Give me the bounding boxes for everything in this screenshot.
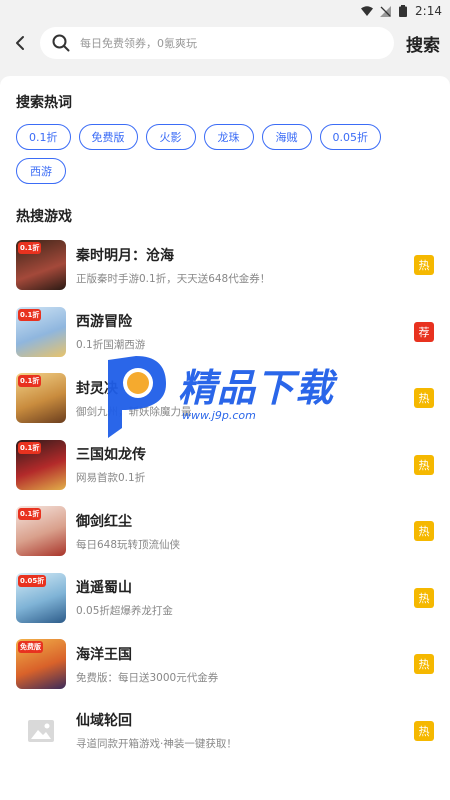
game-name: 御剑红尘 xyxy=(76,513,132,530)
discount-badge: 0.05折 xyxy=(18,574,47,587)
game-name: 海洋王国 xyxy=(76,646,132,663)
discount-badge: 0.1折 xyxy=(18,508,42,521)
game-item[interactable]: 0.1折 三国如龙传 网易首款0.1折 热 xyxy=(16,432,434,499)
hot-word-tag[interactable]: 火影 xyxy=(145,124,196,150)
discount-badge: 0.1折 xyxy=(18,242,42,255)
search-box[interactable] xyxy=(40,27,394,59)
game-desc: 0.05折超爆养龙打金 xyxy=(76,605,173,618)
game-item[interactable]: 0.1折 西游冒险 0.1折国潮西游 荐 xyxy=(16,299,434,366)
hot-word-tag[interactable]: 0.1折 xyxy=(16,124,71,150)
discount-badge: 0.1折 xyxy=(18,375,42,388)
discount-badge: 0.1折 xyxy=(18,308,42,321)
recommend-flag: 荐 xyxy=(414,321,434,342)
status-bar: 2:14 xyxy=(0,0,450,22)
hot-flag: 热 xyxy=(414,654,434,675)
hot-word-tag[interactable]: 0.05折 xyxy=(319,124,381,150)
hot-word-tag[interactable]: 龙珠 xyxy=(203,124,254,150)
hot-word-tag[interactable]: 西游 xyxy=(16,158,66,184)
search-icon xyxy=(52,34,70,52)
game-icon: 0.1折 xyxy=(16,306,66,357)
hot-flag: 热 xyxy=(414,587,434,608)
game-name: 逍遥蜀山 xyxy=(76,580,132,597)
hot-games-list: 0.1折 秦时明月：沧海 正版秦时手游0.1折，天天送648代金券！ 热 0.1… xyxy=(16,232,434,764)
game-icon: 0.1折 xyxy=(16,373,66,424)
game-icon: 免费版 xyxy=(16,639,66,690)
battery-icon xyxy=(397,5,409,17)
game-item[interactable]: 免费版 海洋王国 免费版：每日送3000元代金券 热 xyxy=(16,631,434,698)
game-icon: 0.1折 xyxy=(16,506,66,557)
game-icon: 0.1折 xyxy=(16,439,66,490)
hot-flag: 热 xyxy=(414,521,434,542)
hot-flag: 热 xyxy=(414,720,434,741)
hot-words-tags: 0.1折 免费版 火影 龙珠 海贼 0.05折 西游 xyxy=(16,124,434,184)
game-desc: 0.1折国潮西游 xyxy=(76,339,146,352)
hot-flag: 热 xyxy=(414,388,434,409)
game-name: 仙域轮回 xyxy=(76,713,132,730)
search-input[interactable] xyxy=(80,36,382,50)
game-item[interactable]: 0.1折 封灵决 御剑九州，斩妖除魔力量 热 xyxy=(16,365,434,432)
hot-word-tag[interactable]: 海贼 xyxy=(261,124,312,150)
game-item[interactable]: 0.1折 御剑红尘 每日648玩转顶流仙侠 热 xyxy=(16,498,434,565)
hot-words-title: 搜索热词 xyxy=(16,95,72,111)
hot-games-title: 热搜游戏 xyxy=(16,209,72,225)
game-item[interactable]: 0.05折 逍遥蜀山 0.05折超爆养龙打金 热 xyxy=(16,565,434,632)
game-desc: 免费版：每日送3000元代金券 xyxy=(76,671,219,684)
search-header: 搜索 xyxy=(0,22,450,64)
game-icon: 0.1折 xyxy=(16,240,66,291)
game-desc: 每日648玩转顶流仙侠 xyxy=(76,538,181,551)
status-time: 2:14 xyxy=(415,4,442,18)
wifi-icon xyxy=(361,5,374,17)
image-placeholder-icon xyxy=(28,719,54,742)
game-name: 秦时明月：沧海 xyxy=(76,247,174,264)
discount-badge: 免费版 xyxy=(18,641,43,654)
hot-flag: 热 xyxy=(414,454,434,475)
game-name: 封灵决 xyxy=(76,380,118,397)
game-icon-placeholder xyxy=(16,705,66,756)
discount-badge: 0.1折 xyxy=(18,441,42,454)
search-panel: 搜索热词 0.1折 免费版 火影 龙珠 海贼 0.05折 西游 热搜游戏 0.1… xyxy=(0,76,450,800)
search-button[interactable]: 搜索 xyxy=(402,31,442,56)
game-item[interactable]: 0.1折 秦时明月：沧海 正版秦时手游0.1折，天天送648代金券！ 热 xyxy=(16,232,434,299)
game-desc: 正版秦时手游0.1折，天天送648代金券！ xyxy=(76,272,271,285)
back-button[interactable] xyxy=(8,25,32,61)
game-desc: 御剑九州，斩妖除魔力量 xyxy=(76,405,192,418)
chevron-left-icon xyxy=(16,36,24,50)
game-desc: 寻道同款开箱游戏·神装一键获取！ xyxy=(76,738,237,751)
game-icon: 0.05折 xyxy=(16,572,66,623)
game-name: 三国如龙传 xyxy=(76,447,146,464)
game-item[interactable]: 仙域轮回 寻道同款开箱游戏·神装一键获取！ 热 xyxy=(16,698,434,765)
hot-word-tag[interactable]: 免费版 xyxy=(78,124,138,150)
hot-flag: 热 xyxy=(414,255,434,276)
game-desc: 网易首款0.1折 xyxy=(76,472,146,485)
signal-off-icon xyxy=(379,5,391,17)
game-name: 西游冒险 xyxy=(76,314,132,331)
